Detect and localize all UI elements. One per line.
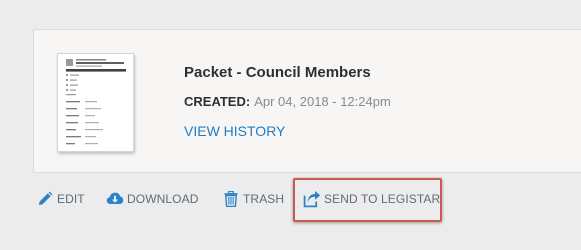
- document-title: Packet - Council Members: [184, 64, 371, 81]
- download-label: DOWNLOAD: [127, 192, 199, 206]
- trash-label: TRASH: [243, 192, 285, 206]
- trash-icon: [222, 190, 240, 208]
- download-button[interactable]: DOWNLOAD: [106, 190, 198, 208]
- pencil-icon: [36, 190, 54, 208]
- send-to-legistar-button[interactable]: SEND TO LEGISTAR: [303, 190, 440, 208]
- document-preview-image: [58, 54, 133, 151]
- created-info: CREATED: Apr 04, 2018 - 12:24pm: [184, 94, 391, 109]
- cloud-download-icon: [106, 190, 124, 208]
- view-history-link[interactable]: VIEW HISTORY: [184, 123, 285, 139]
- created-label: CREATED:: [184, 94, 251, 109]
- created-date: Apr 04, 2018 - 12:24pm: [254, 94, 391, 109]
- edit-button[interactable]: EDIT: [36, 190, 85, 208]
- document-card: Packet - Council Members CREATED: Apr 04,…: [33, 29, 581, 173]
- trash-button[interactable]: TRASH: [222, 190, 284, 208]
- share-icon: [303, 190, 321, 208]
- send-to-legistar-label: SEND TO LEGISTAR: [324, 192, 441, 206]
- document-thumbnail[interactable]: [57, 53, 134, 152]
- edit-label: EDIT: [57, 192, 85, 206]
